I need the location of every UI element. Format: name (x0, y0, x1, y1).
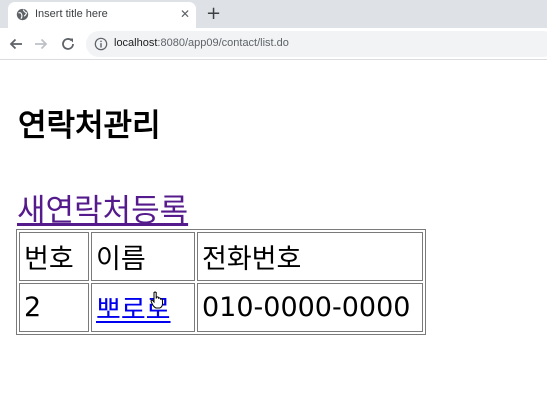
table-header-row: 번호 이름 전화번호 (19, 232, 423, 281)
contact-table: 번호 이름 전화번호 2 뽀로로 010-0000-0000 (16, 229, 426, 335)
browser-toolbar: localhost:8080/app09/contact/list.do (0, 28, 547, 60)
hand-cursor-icon (150, 291, 164, 309)
reload-icon[interactable] (60, 36, 76, 52)
new-tab-icon[interactable]: + (206, 3, 221, 24)
cell-phone: 010-0000-0000 (197, 283, 423, 332)
globe-icon (16, 8, 29, 21)
tab-title: Insert title here (35, 8, 108, 20)
url-host: localhost (114, 37, 158, 49)
url-text[interactable]: localhost:8080/app09/contact/list.do (114, 37, 289, 49)
url-path: :8080/app09/contact/list.do (157, 37, 289, 49)
address-bar[interactable]: localhost:8080/app09/contact/list.do (86, 31, 547, 57)
tab-strip: Insert title here ✕ + (0, 0, 547, 28)
cell-number: 2 (19, 283, 89, 332)
arrow-left-icon[interactable] (8, 36, 24, 52)
cell-name: 뽀로로 (91, 283, 195, 332)
page-title: 연락처관리 (18, 108, 161, 144)
header-phone: 전화번호 (197, 232, 423, 281)
table-row: 2 뽀로로 010-0000-0000 (19, 283, 423, 332)
new-contact-link[interactable]: 새연락처등록 (17, 185, 188, 230)
close-tab-icon[interactable]: ✕ (180, 7, 190, 21)
header-name: 이름 (91, 232, 195, 281)
page-content: 연락처관리 새연락처등록 번호 이름 전화번호 2 뽀로로 010-0000-0… (0, 60, 547, 396)
arrow-right-icon[interactable] (33, 36, 49, 52)
header-number: 번호 (19, 232, 89, 281)
browser-tab[interactable]: Insert title here ✕ (8, 2, 196, 28)
info-icon[interactable] (94, 37, 108, 51)
